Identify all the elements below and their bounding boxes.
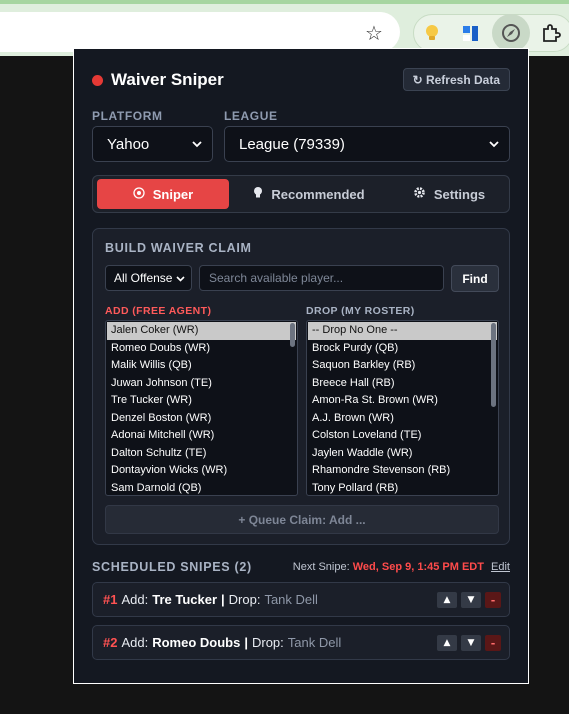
move-down-button[interactable]: ▼ [461, 635, 481, 651]
list-item[interactable]: Sam Darnold (QB) [107, 480, 296, 496]
tab-sniper-label: Sniper [152, 186, 194, 202]
drop-label: Drop: [228, 592, 261, 607]
waiver-sniper-popup: Waiver Sniper ↻ Refresh Data PLATFORM Ya… [73, 48, 529, 684]
chevron-down-icon [176, 276, 185, 282]
list-item[interactable]: Tony Pollard (RB) [308, 480, 497, 496]
player-search-input[interactable] [199, 265, 444, 291]
remove-snipe-button[interactable]: - [485, 635, 501, 651]
chevron-down-icon [489, 141, 499, 148]
list-item[interactable]: Juwan Johnson (TE) [107, 375, 296, 393]
league-select[interactable]: League (79339) [224, 126, 510, 162]
tab-recommended[interactable]: Recommended [239, 179, 379, 209]
list-item[interactable]: -- Drop No One -- [308, 322, 497, 340]
list-item[interactable]: Dontayvion Wicks (WR) [107, 462, 296, 480]
list-item[interactable]: Jaylen Waddle (WR) [308, 445, 497, 463]
next-snipe-label: Next Snipe: [292, 561, 350, 573]
tab-bar: Sniper Recommended Settings [92, 175, 510, 213]
tool-icon[interactable] [459, 21, 483, 45]
list-item[interactable]: Adonai Mitchell (WR) [107, 427, 296, 445]
add-label: Add: [121, 635, 149, 650]
drop-player-name: Tank Dell [264, 592, 318, 607]
compass-icon[interactable] [492, 14, 530, 52]
list-item[interactable]: Romeo Doubs (WR) [107, 340, 296, 358]
move-up-button[interactable]: ▲ [437, 592, 457, 608]
position-filter-value: All Offense [114, 271, 173, 285]
next-snipe-time: Wed, Sep 9, 1:45 PM EDT [352, 561, 484, 573]
queue-claim-button[interactable]: + Queue Claim: Add ... [105, 505, 499, 534]
drop-label: Drop: [251, 635, 284, 650]
build-waiver-claim-card: BUILD WAIVER CLAIM All Offense Find ADD … [92, 228, 510, 545]
add-player-name: Tre Tucker [152, 592, 218, 607]
move-down-button[interactable]: ▼ [461, 592, 481, 608]
platform-select[interactable]: Yahoo [92, 126, 213, 162]
list-item[interactable]: Colston Loveland (TE) [308, 427, 497, 445]
scheduled-header: SCHEDULED SNIPES (2) Next Snipe: Wed, Se… [92, 560, 510, 576]
add-label: Add: [121, 592, 149, 607]
next-snipe: Next Snipe: Wed, Sep 9, 1:45 PM EDT Edit [293, 561, 510, 573]
scheduled-snipe-row: #1 Add: Tre Tucker | Drop: Tank Dell ▲ ▼… [92, 582, 510, 617]
build-claim-title: BUILD WAIVER CLAIM [105, 241, 252, 255]
tab-settings-label: Settings [433, 186, 486, 202]
league-label: LEAGUE [224, 109, 278, 123]
gear-icon [413, 186, 426, 202]
list-item[interactable]: A.J. Brown (WR) [308, 410, 497, 428]
snipe-number: #1 [103, 592, 118, 607]
list-item[interactable]: Denzel Boston (WR) [107, 410, 296, 428]
list-item[interactable]: Rhamondre Stevenson (RB) [308, 462, 497, 480]
list-item[interactable]: Tre Tucker (WR) [107, 392, 296, 410]
list-item[interactable]: Brock Purdy (QB) [308, 340, 497, 358]
lightbulb-icon [253, 186, 263, 202]
separator: | [244, 635, 248, 650]
drop-list-label: DROP (MY ROSTER) [306, 305, 415, 317]
list-item[interactable]: Malik Willis (QB) [107, 357, 296, 375]
list-item[interactable]: Jalen Coker (WR) [107, 322, 296, 340]
tab-settings[interactable]: Settings [393, 179, 505, 209]
refresh-data-button[interactable]: ↻ Refresh Data [402, 68, 510, 91]
move-up-button[interactable]: ▲ [437, 635, 457, 651]
list-item[interactable]: Breece Hall (RB) [308, 375, 497, 393]
remove-snipe-button[interactable]: - [485, 592, 501, 608]
app-title: Waiver Sniper [111, 70, 224, 89]
list-item[interactable]: Dalton Schultz (TE) [107, 445, 296, 463]
snipe-number: #2 [103, 635, 118, 650]
drop-list-scrollbar[interactable] [491, 323, 496, 407]
separator: | [221, 592, 225, 607]
tab-recommended-label: Recommended [271, 186, 365, 202]
scheduled-snipe-row: #2 Add: Romeo Doubs | Drop: Tank Dell ▲ … [92, 625, 510, 660]
add-player-name: Romeo Doubs [152, 635, 241, 650]
platform-value: Yahoo [107, 135, 150, 153]
list-item[interactable]: Amon-Ra St. Brown (WR) [308, 392, 497, 410]
lightbulb-icon[interactable] [420, 21, 444, 45]
puzzle-icon[interactable] [539, 21, 563, 45]
add-list-scrollbar[interactable] [290, 323, 295, 347]
drop-player-listbox[interactable]: -- Drop No One -- Brock Purdy (QB) Saquo… [306, 320, 499, 496]
add-player-listbox[interactable]: Jalen Coker (WR) Romeo Doubs (WR) Malik … [105, 320, 298, 496]
drop-player-name: Tank Dell [287, 635, 342, 650]
popup-header: Waiver Sniper ↻ Refresh Data [92, 68, 510, 92]
scheduled-snipes-title: SCHEDULED SNIPES (2) [92, 560, 252, 574]
chevron-down-icon [192, 141, 202, 148]
star-outline-icon[interactable]: ☆ [362, 21, 386, 45]
target-icon [133, 186, 145, 202]
address-bar[interactable] [0, 12, 400, 52]
position-filter-select[interactable]: All Offense [105, 265, 192, 291]
edit-link[interactable]: Edit [491, 561, 510, 573]
list-item[interactable]: Saquon Barkley (RB) [308, 357, 497, 375]
status-dot [92, 74, 103, 86]
tab-sniper[interactable]: Sniper [97, 179, 229, 209]
find-button[interactable]: Find [451, 265, 499, 292]
league-value: League (79339) [239, 135, 345, 153]
platform-label: PLATFORM [92, 109, 163, 123]
add-list-label: ADD (FREE AGENT) [105, 305, 212, 317]
